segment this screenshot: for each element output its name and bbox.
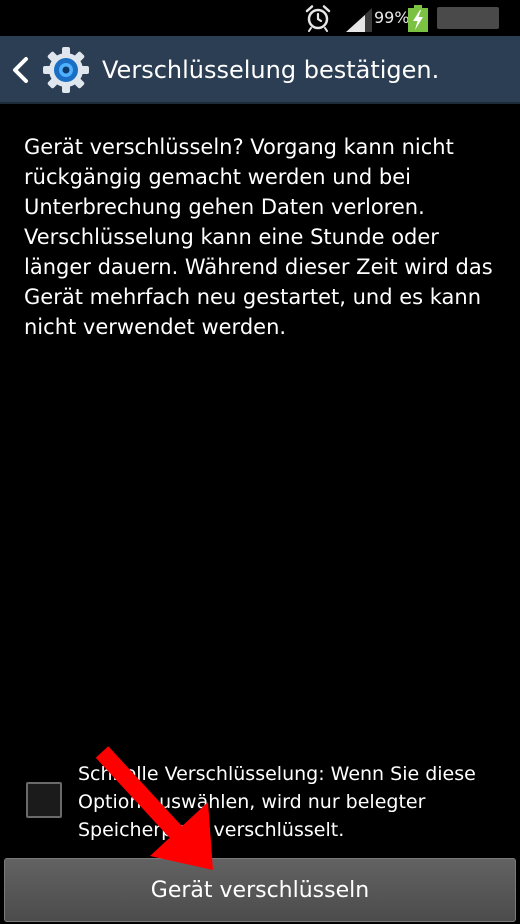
alarm-icon [305,5,331,32]
battery-percent: 99% [374,8,410,27]
encrypt-device-button[interactable]: Gerät verschlüsseln [4,858,516,922]
fast-encryption-option[interactable]: Schnelle Verschlüsselung: Wenn Sie diese… [0,758,520,848]
battery-charging-icon [408,5,428,32]
status-bar: 99% [0,0,520,36]
confirmation-message: Gerät verschlüsseln? Vorgang kann nicht … [24,135,493,339]
fast-encryption-label: Schnelle Verschlüsselung: Wenn Sie diese… [78,763,476,841]
fast-encryption-checkbox[interactable] [26,782,62,818]
settings-gear-icon[interactable] [42,46,90,94]
blurred-clock [437,7,499,29]
back-chevron-icon[interactable] [10,56,30,84]
action-bar: Verschlüsselung bestätigen. [0,36,520,104]
page-title: Verschlüsselung bestätigen. [102,56,440,84]
signal-icon [346,8,372,32]
